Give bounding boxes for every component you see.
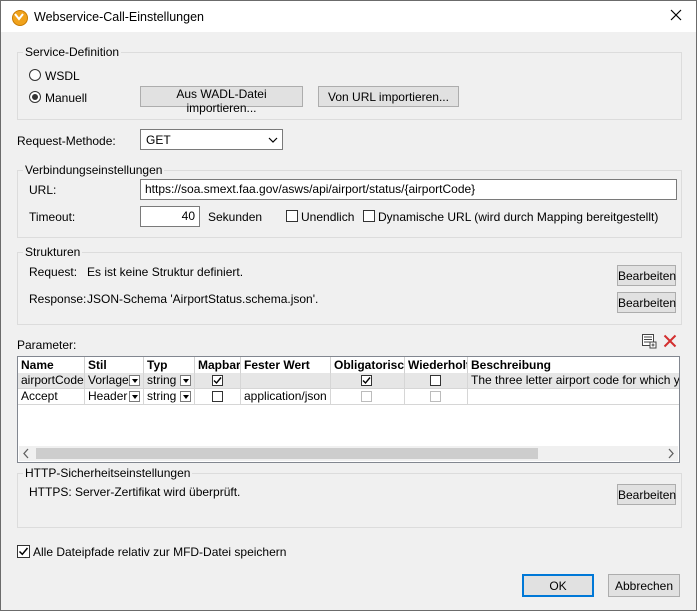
table-row[interactable]: Accept Header string application/json (18, 389, 679, 405)
param-mappable-cell (195, 373, 241, 389)
http-security-group (17, 473, 682, 528)
scrollbar-thumb[interactable] (36, 448, 538, 459)
window-title: Webservice-Call-Einstellungen (34, 10, 204, 24)
param-style-cell[interactable]: Vorlage (85, 373, 144, 389)
col-header-fixed-value[interactable]: Fester Wert (241, 357, 331, 373)
request-method-label: Request-Methode: (17, 134, 116, 148)
http-security-value: HTTPS: Server-Zertifikat wird überprüft. (29, 485, 241, 499)
dropdown-arrow-icon[interactable] (129, 375, 140, 386)
close-icon[interactable] (669, 8, 683, 22)
param-repeated-cell (405, 389, 468, 405)
request-label: Request: (29, 265, 78, 279)
param-style-value: Header (88, 389, 128, 403)
app-logo-icon (12, 10, 28, 26)
url-label: URL: (29, 183, 57, 197)
mandatory-checkbox (361, 391, 372, 402)
dropdown-arrow-icon[interactable] (180, 391, 191, 402)
infinite-checkbox[interactable] (286, 210, 298, 222)
url-input[interactable]: https://soa.smext.faa.gov/asws/api/airpo… (140, 179, 677, 200)
dynamic-url-label: Dynamische URL (wird durch Mapping berei… (378, 210, 659, 224)
repeated-checkbox[interactable] (430, 375, 441, 386)
http-security-label: HTTP-Sicherheitseinstellungen (23, 466, 193, 480)
parameters-label: Parameter: (17, 338, 77, 352)
delete-icon[interactable] (663, 334, 677, 348)
dialog-window: Webservice-Call-Einstellungen Service-De… (0, 0, 697, 611)
request-method-select[interactable]: GET (140, 129, 283, 150)
relative-paths-label: Alle Dateipfade relativ zur MFD-Datei sp… (33, 545, 287, 559)
parameters-table: Name Stil Typ Mapbar Fester Wert Obligat… (17, 356, 680, 463)
import-wadl-button[interactable]: Aus WADL-Datei importieren... (140, 86, 303, 115)
param-description-cell[interactable]: The three letter airport code for which … (468, 373, 679, 389)
param-type-value: string (147, 373, 177, 387)
dropdown-arrow-icon[interactable] (129, 391, 140, 402)
col-header-type[interactable]: Typ (144, 357, 195, 373)
request-value: Es ist keine Struktur definiert. (87, 265, 244, 279)
seconds-label: Sekunden (208, 210, 263, 224)
table-row[interactable]: airportCode Vorlage string The three let… (18, 373, 679, 389)
col-header-description[interactable]: Beschreibung (468, 357, 679, 373)
repeated-checkbox (430, 391, 441, 402)
param-name-cell[interactable]: airportCode (18, 373, 85, 389)
response-label: Response: (29, 292, 87, 306)
param-fixed-value-cell[interactable]: application/json (241, 389, 331, 405)
scroll-right-icon[interactable] (663, 446, 678, 461)
manual-radio[interactable] (29, 91, 41, 103)
import-url-button[interactable]: Von URL importieren... (318, 86, 459, 107)
param-type-cell[interactable]: string (144, 373, 195, 389)
col-header-name[interactable]: Name (18, 357, 85, 373)
scroll-left-icon[interactable] (19, 446, 34, 461)
edit-request-button[interactable]: Bearbeiten (617, 265, 676, 286)
col-header-style[interactable]: Stil (85, 357, 144, 373)
timeout-label: Timeout: (29, 210, 76, 224)
structures-label: Strukturen (23, 245, 83, 259)
infinite-label: Unendlich (301, 210, 355, 224)
chevron-down-icon (268, 137, 278, 143)
param-style-value: Vorlage (88, 373, 129, 387)
request-method-value: GET (146, 133, 171, 147)
service-definition-label: Service-Definition (23, 45, 122, 59)
wsdl-radio-label: WSDL (45, 69, 80, 83)
structures-group (17, 252, 682, 325)
edit-http-security-button[interactable]: Bearbeiten (617, 484, 676, 505)
param-type-cell[interactable]: string (144, 389, 195, 405)
param-type-value: string (147, 389, 177, 403)
dynamic-url-checkbox[interactable] (363, 210, 375, 222)
mappable-checkbox[interactable] (212, 375, 223, 386)
col-header-repeated[interactable]: Wiederholt (405, 357, 468, 373)
param-description-cell[interactable] (468, 389, 679, 405)
title-bar: Webservice-Call-Einstellungen (1, 1, 696, 32)
edit-response-button[interactable]: Bearbeiten (617, 292, 676, 313)
param-mappable-cell (195, 389, 241, 405)
connection-label: Verbindungseinstellungen (23, 163, 165, 177)
cancel-button[interactable]: Abbrechen (608, 574, 680, 597)
param-name-cell[interactable]: Accept (18, 389, 85, 405)
col-header-mappable[interactable]: Mapbar (195, 357, 241, 373)
wsdl-radio[interactable] (29, 69, 41, 81)
param-repeated-cell (405, 373, 468, 389)
param-style-cell[interactable]: Header (85, 389, 144, 405)
manual-radio-label: Manuell (45, 91, 88, 105)
param-mandatory-cell (331, 389, 405, 405)
response-value: JSON-Schema 'AirportStatus.schema.json'. (87, 292, 319, 306)
col-header-mandatory[interactable]: Obligatorisch (331, 357, 405, 373)
dropdown-arrow-icon[interactable] (180, 375, 191, 386)
mandatory-checkbox[interactable] (361, 375, 372, 386)
param-mandatory-cell (331, 373, 405, 389)
ok-button[interactable]: OK (522, 574, 594, 597)
horizontal-scrollbar[interactable] (19, 446, 678, 461)
relative-paths-checkbox[interactable] (17, 545, 30, 558)
add-parameter-icon[interactable] (641, 333, 657, 349)
mappable-checkbox[interactable] (212, 391, 223, 402)
param-fixed-value-cell[interactable] (241, 373, 331, 389)
timeout-input[interactable]: 40 (140, 206, 200, 227)
